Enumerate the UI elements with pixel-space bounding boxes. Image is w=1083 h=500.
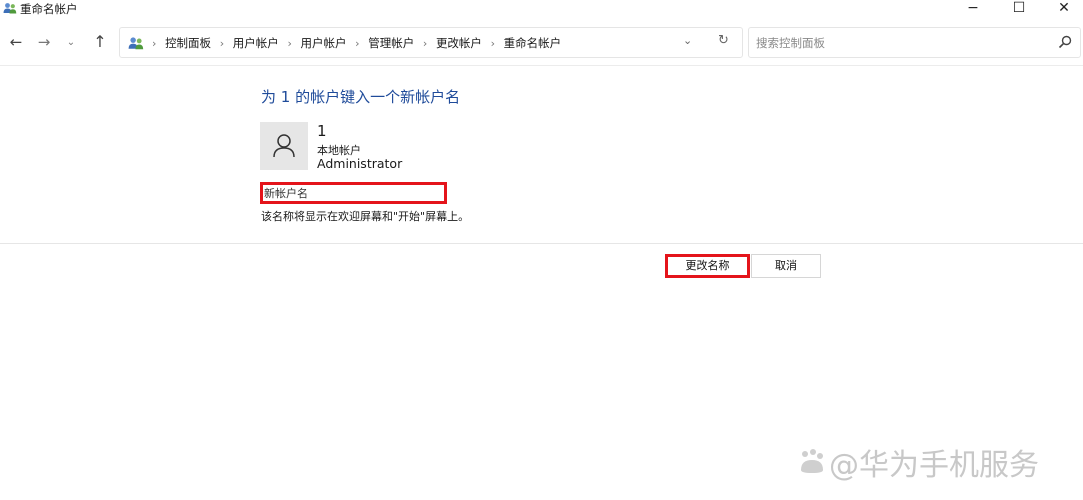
watermark-text: @华为手机服务 bbox=[797, 440, 1039, 484]
breadcrumb-separator: › bbox=[152, 37, 157, 50]
breadcrumb-separator: › bbox=[287, 37, 292, 50]
up-button[interactable]: ↑ bbox=[90, 32, 110, 54]
watermark-label: @华为手机服务 bbox=[829, 448, 1039, 483]
recent-locations-button[interactable]: ⌄ bbox=[64, 33, 78, 55]
users-icon bbox=[3, 3, 17, 14]
users-icon bbox=[128, 37, 144, 50]
account-avatar bbox=[260, 122, 308, 170]
account-role: Administrator bbox=[317, 156, 403, 171]
change-name-button[interactable]: 更改名称 bbox=[665, 254, 750, 278]
refresh-button[interactable]: ↻ bbox=[718, 33, 729, 48]
breadcrumb-separator: › bbox=[490, 37, 495, 50]
back-button[interactable]: ← bbox=[6, 32, 26, 54]
breadcrumb: › 控制面板 › 用户帐户 › 用户帐户 › 管理帐户 › 更改帐户 › 重命名… bbox=[147, 35, 561, 51]
maximize-button[interactable]: ☐ bbox=[1004, 0, 1034, 18]
divider bbox=[0, 65, 1083, 66]
cancel-button[interactable]: 取消 bbox=[751, 254, 821, 278]
forward-button[interactable]: → bbox=[34, 32, 54, 54]
breadcrumb-change-account[interactable]: 更改帐户 bbox=[436, 36, 482, 50]
breadcrumb-user-accounts[interactable]: 用户帐户 bbox=[233, 36, 279, 50]
breadcrumb-rename-account[interactable]: 重命名帐户 bbox=[504, 36, 562, 50]
navigation-bar: ← → ⌄ ↑ › 控制面板 › 用户帐户 › 用户帐户 › 管理帐户 › 更改… bbox=[0, 24, 1083, 62]
account-name: 1 bbox=[317, 122, 327, 140]
breadcrumb-manage-accounts[interactable]: 管理帐户 bbox=[368, 36, 414, 50]
breadcrumb-user-accounts-2[interactable]: 用户帐户 bbox=[301, 36, 347, 50]
close-button[interactable]: ✕ bbox=[1049, 0, 1079, 18]
page-heading: 为 1 的帐户键入一个新帐户名 bbox=[261, 88, 461, 106]
breadcrumb-separator: › bbox=[355, 37, 360, 50]
divider bbox=[0, 243, 1083, 244]
minimize-button[interactable]: − bbox=[958, 0, 988, 18]
new-account-name-input[interactable] bbox=[260, 182, 447, 204]
title-bar: 重命名帐户 − ☐ ✕ bbox=[0, 0, 1083, 18]
address-dropdown-button[interactable]: ⌄ bbox=[683, 34, 692, 47]
search-placeholder[interactable]: 搜索控制面板 bbox=[756, 35, 825, 51]
window-title: 重命名帐户 bbox=[20, 2, 78, 16]
user-avatar-icon bbox=[273, 134, 295, 158]
breadcrumb-separator: › bbox=[219, 37, 225, 50]
breadcrumb-separator: › bbox=[422, 37, 428, 50]
breadcrumb-control-panel[interactable]: 控制面板 bbox=[165, 36, 211, 50]
search-box[interactable]: 搜索控制面板 bbox=[748, 27, 1081, 58]
address-bar[interactable]: › 控制面板 › 用户帐户 › 用户帐户 › 管理帐户 › 更改帐户 › 重命名… bbox=[119, 27, 743, 58]
search-icon[interactable] bbox=[1058, 35, 1072, 49]
name-hint: 该名称将显示在欢迎屏幕和"开始"屏幕上。 bbox=[261, 210, 470, 223]
